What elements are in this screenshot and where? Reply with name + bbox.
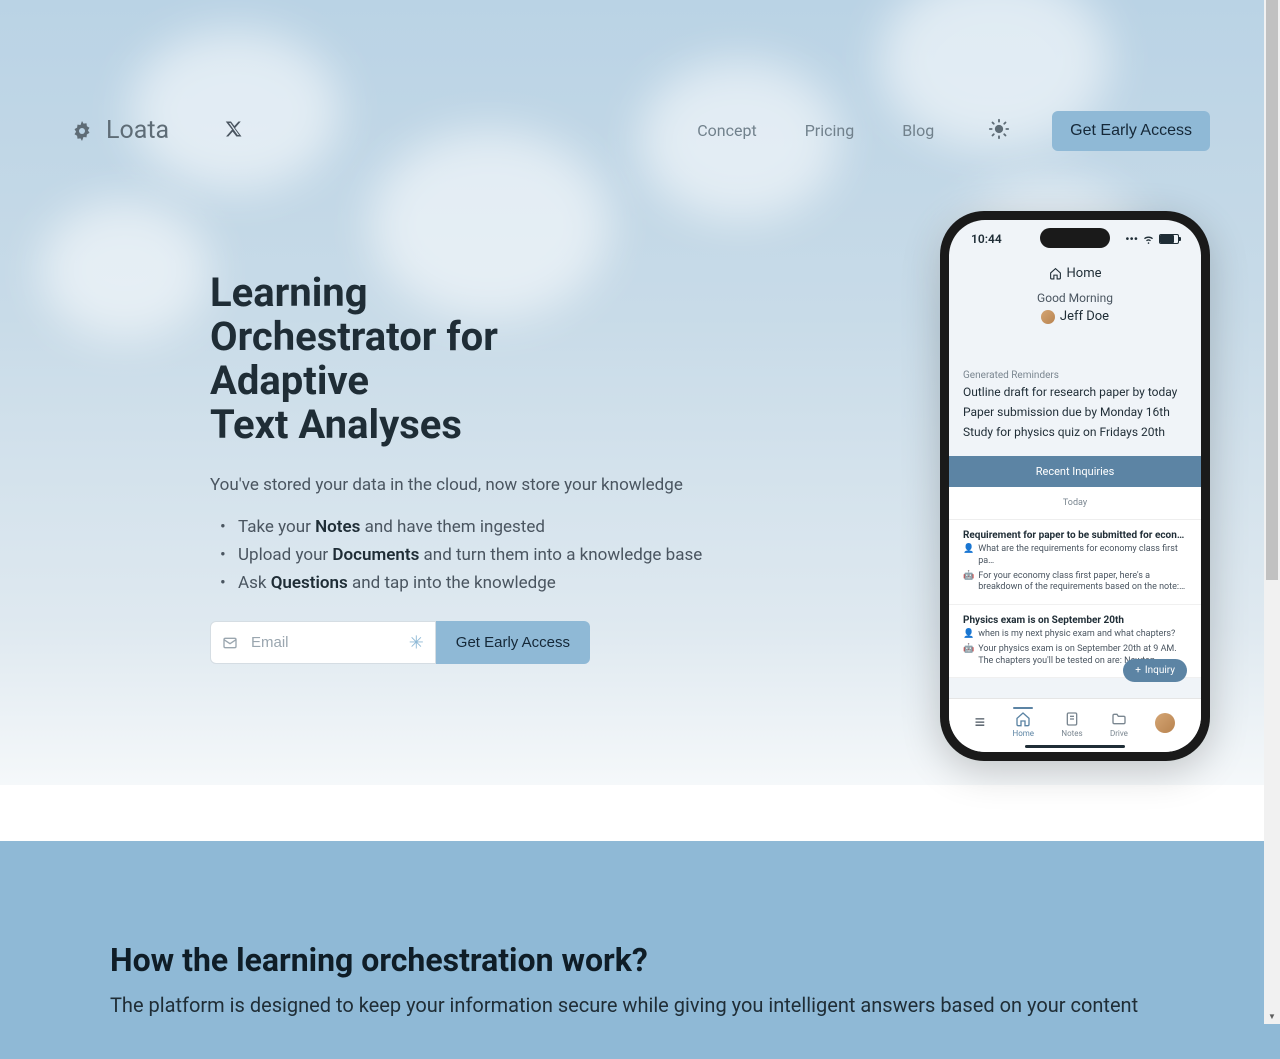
- hero-bullets: Take your Notes and have them ingested U…: [210, 517, 900, 593]
- nav-concept[interactable]: Concept: [685, 113, 768, 148]
- scroll-down-arrow-icon[interactable]: ▼: [1264, 1008, 1280, 1024]
- brand-name: Loata: [106, 116, 169, 145]
- hero-bullet: Upload your Documents and turn them into…: [238, 545, 900, 565]
- x-twitter-icon: [225, 120, 243, 138]
- theme-toggle[interactable]: [980, 110, 1018, 151]
- person-icon: 👤: [963, 544, 974, 567]
- phone-tabbar: ≡ Home Notes Drive: [949, 698, 1201, 752]
- mail-icon: [222, 635, 238, 651]
- hero-title-line: Text Analyses: [210, 401, 462, 448]
- phone-home-header: Home: [949, 266, 1201, 281]
- notes-icon: [1064, 711, 1080, 727]
- tab-home[interactable]: Home: [1013, 707, 1035, 738]
- hero-bullet: Ask Questions and tap into the knowledge: [238, 573, 900, 593]
- reminder-item: Outline draft for research paper by toda…: [963, 384, 1187, 401]
- robot-icon: 🤖: [963, 571, 974, 594]
- reminders-label: Generated Reminders: [963, 370, 1187, 381]
- hero-bullet: Take your Notes and have them ingested: [238, 517, 900, 537]
- x-twitter-link[interactable]: [193, 120, 243, 142]
- nav-blog[interactable]: Blog: [890, 113, 946, 148]
- today-label: Today: [949, 487, 1201, 520]
- hero-title-line: Adaptive: [210, 357, 369, 404]
- home-indicator: [1025, 745, 1125, 748]
- nav-pricing[interactable]: Pricing: [793, 113, 867, 148]
- menu-icon[interactable]: ≡: [975, 712, 986, 733]
- battery-icon: [1159, 234, 1179, 244]
- reminder-item: Study for physics quiz on Fridays 20th: [963, 424, 1187, 441]
- page-scrollbar[interactable]: ▼: [1264, 0, 1280, 1024]
- folder-icon: [1111, 711, 1127, 727]
- hero-title-line: Orchestrator for: [210, 313, 498, 360]
- new-inquiry-button[interactable]: + Inquiry: [1123, 659, 1187, 682]
- inquiry-title: Requirement for paper to be submitted fo…: [963, 530, 1187, 541]
- hero-title-line: Learning: [210, 269, 368, 316]
- phone-greeting: Good Morning: [949, 291, 1201, 305]
- profile-avatar[interactable]: [1155, 713, 1175, 733]
- hero-section: Learning Orchestrator for Adaptive Text …: [0, 151, 1280, 841]
- section2-subtitle: The platform is designed to keep your in…: [110, 991, 1170, 1019]
- gear-icon: [70, 119, 94, 143]
- tab-notes[interactable]: Notes: [1061, 707, 1082, 738]
- tab-drive[interactable]: Drive: [1110, 707, 1128, 738]
- how-it-works-section: How the learning orchestration work? The…: [0, 841, 1280, 1059]
- phone-time: 10:44: [971, 232, 1002, 246]
- top-nav: Loata Concept Pricing Blog Get Early Acc…: [0, 0, 1280, 151]
- email-form: ✳ Get Early Access: [210, 621, 590, 664]
- robot-icon: 🤖: [963, 644, 974, 667]
- hero-subtitle: You've stored your data in the cloud, no…: [210, 475, 900, 495]
- section2-title: How the learning orchestration work?: [110, 941, 1170, 979]
- home-icon: [1049, 267, 1062, 280]
- phone-reminders: Generated Reminders Outline draft for re…: [949, 370, 1201, 440]
- inquiry-card: Requirement for paper to be submitted fo…: [949, 520, 1201, 605]
- logo-link[interactable]: Loata: [70, 116, 169, 145]
- person-icon: 👤: [963, 629, 974, 641]
- avatar-icon: [1041, 310, 1055, 324]
- home-icon: [1015, 711, 1031, 727]
- phone-user: Jeff Doe: [949, 309, 1201, 324]
- phone-mockup: 10:44 ••• Home Good Morning Jeff Doe: [940, 211, 1210, 761]
- signal-icon: •••: [1125, 232, 1138, 246]
- recent-inquiries-header: Recent Inquiries: [949, 456, 1201, 487]
- email-input[interactable]: [210, 621, 436, 664]
- get-early-access-button[interactable]: Get Early Access: [1052, 111, 1210, 151]
- wifi-icon: [1142, 234, 1155, 244]
- hero-title: Learning Orchestrator for Adaptive Text …: [210, 271, 900, 447]
- required-asterisk-icon: ✳: [409, 632, 424, 653]
- plus-icon: +: [1135, 665, 1141, 676]
- email-submit-button[interactable]: Get Early Access: [436, 621, 590, 664]
- phone-notch: [1040, 228, 1110, 248]
- inquiry-title: Physics exam is on September 20th: [963, 615, 1187, 626]
- sun-icon: [988, 118, 1010, 140]
- scrollbar-thumb[interactable]: [1266, 0, 1278, 580]
- reminder-item: Paper submission due by Monday 16th: [963, 404, 1187, 421]
